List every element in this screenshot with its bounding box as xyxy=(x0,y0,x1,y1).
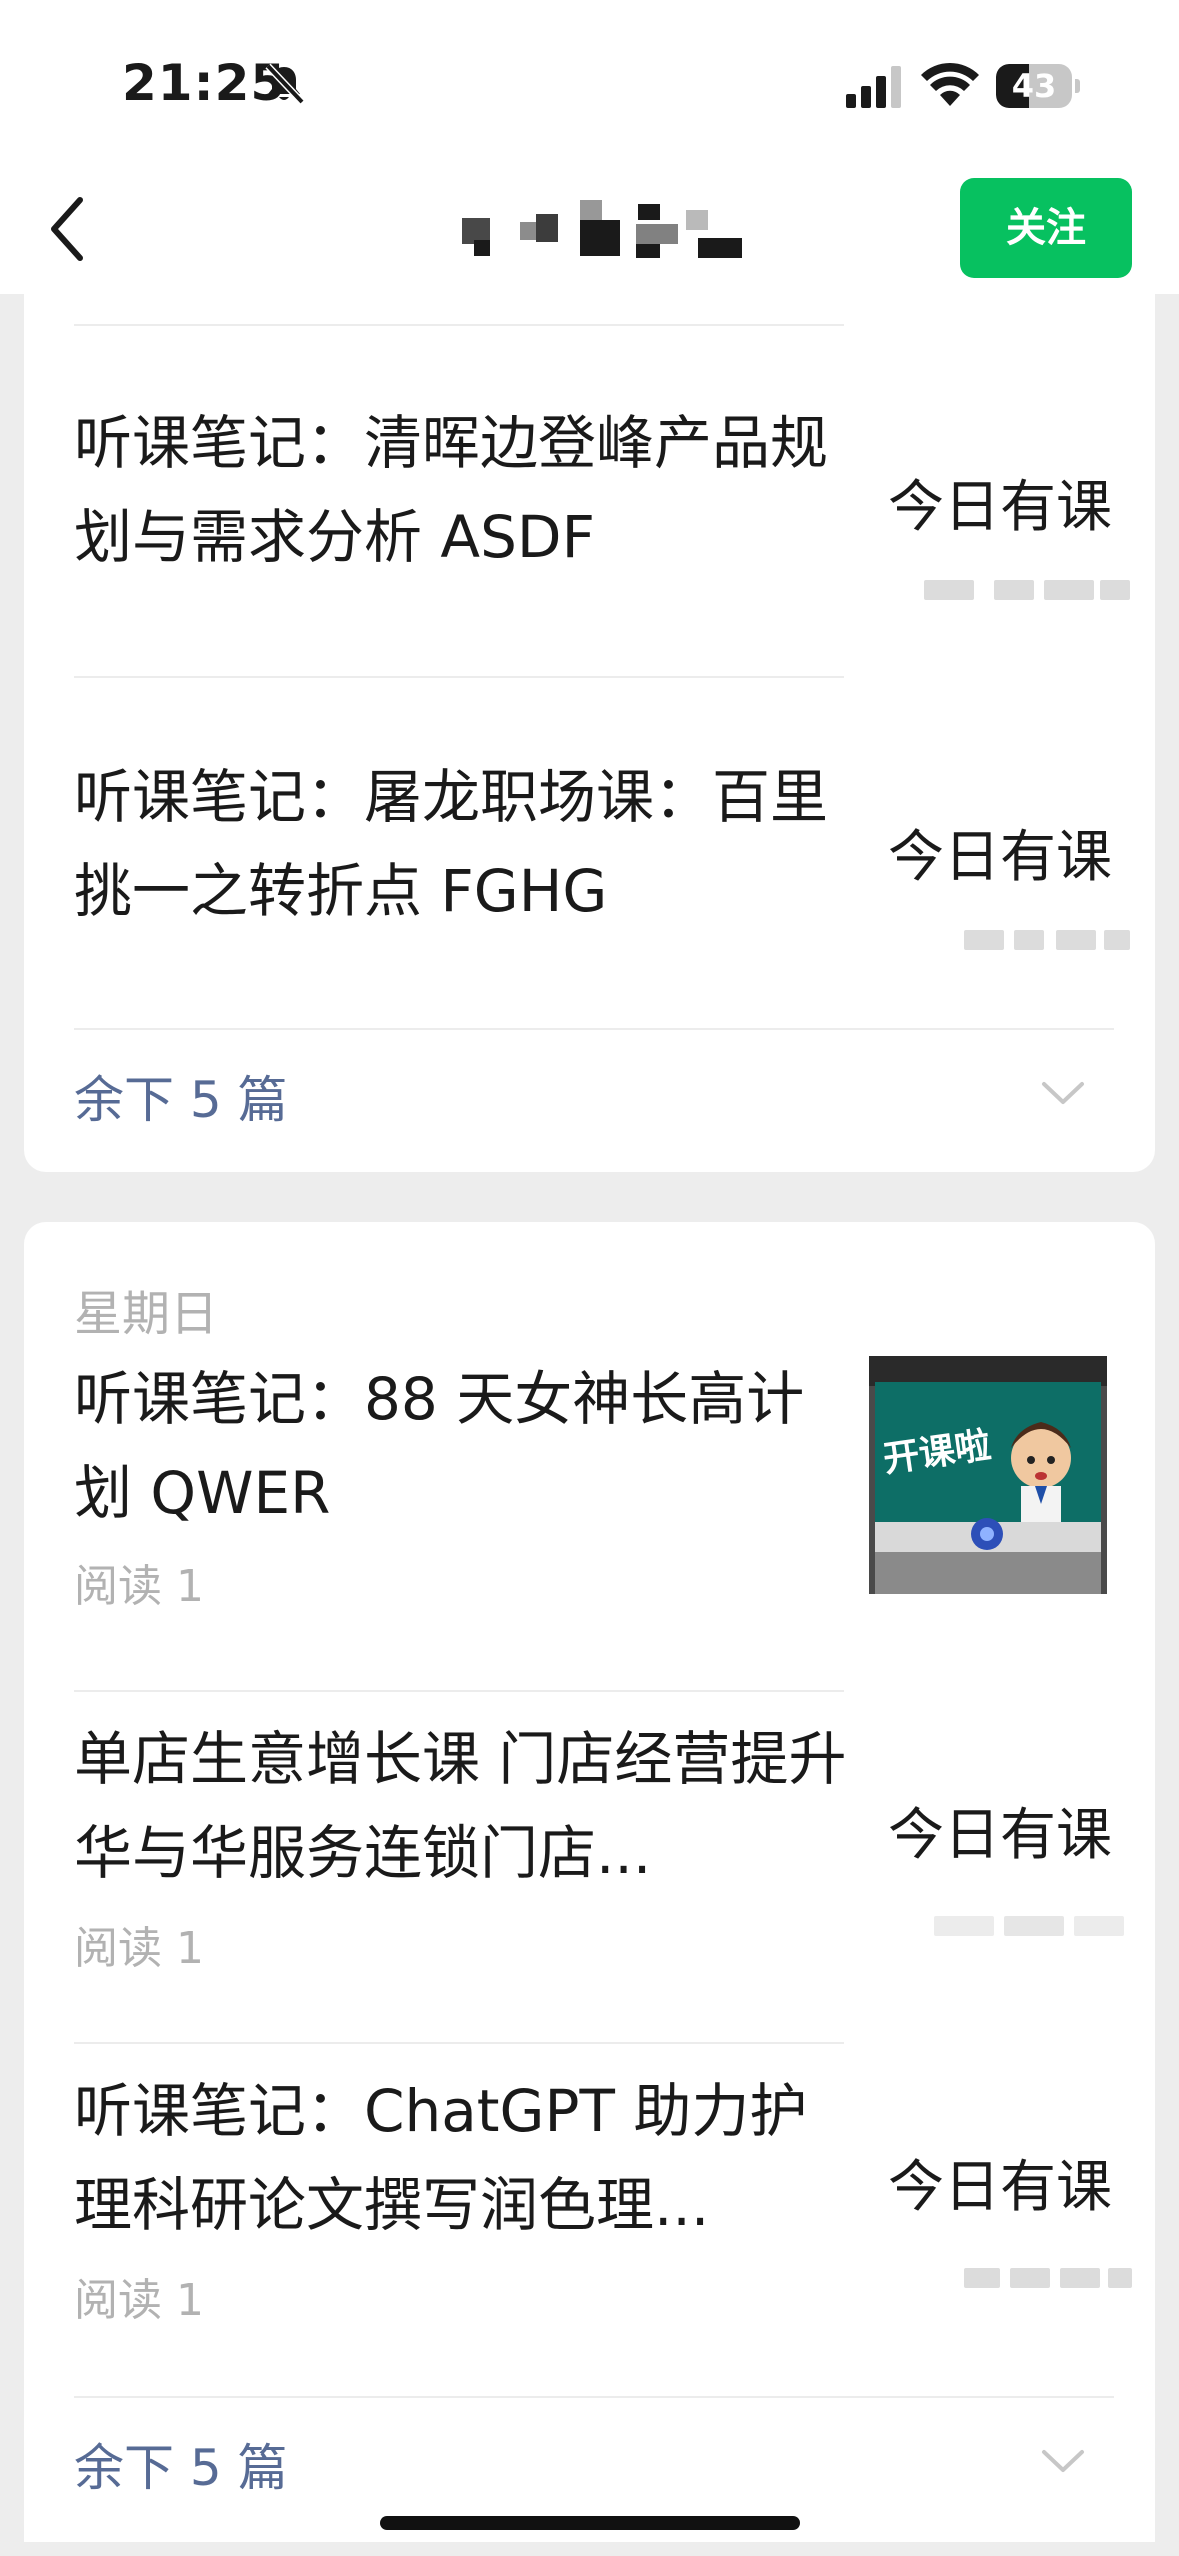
article-title: 听课笔记：屠龙职场课：百里挑一之转折点 FGHG xyxy=(74,763,829,925)
thumbnail-text: 今日有课 xyxy=(888,2155,1112,2220)
expand-more-row[interactable]: 余下 5 篇 xyxy=(24,1030,1155,1150)
article-item[interactable]: 听课笔记：屠龙职场课：百里挑一之转折点 FGHG 今日有课 xyxy=(24,704,1155,994)
battery-icon: 43 xyxy=(996,64,1080,108)
article-group-card: 星期日 听课笔记：88 天女神长高计划 QWER 阅读 1 开课啦 单店生意增长… xyxy=(24,1222,1155,2542)
status-bar: 21:25 43 xyxy=(0,0,1179,160)
app-screen: 21:25 43 关注 听课笔记：清晖边登峰产品规划与需求分析 ASDF 今日有… xyxy=(0,0,1179,2556)
thumbnail-text: 今日有课 xyxy=(888,825,1112,890)
article-item[interactable]: 听课笔记：ChatGPT 助力护理科研论文撰写润色理... 阅读 1 今日有课 xyxy=(24,2064,1155,2394)
battery-level: 43 xyxy=(1011,67,1057,105)
article-item[interactable]: 听课笔记：清晖边登峰产品规划与需求分析 ASDF 今日有课 xyxy=(24,354,1155,644)
article-thumbnail: 今日有课 xyxy=(864,2072,1134,2312)
article-title: 听课笔记：88 天女神长高计划 QWER xyxy=(74,1365,805,1527)
expand-more-row[interactable]: 余下 5 篇 xyxy=(24,2398,1155,2518)
mute-bell-icon xyxy=(265,63,305,105)
back-arrow-icon[interactable] xyxy=(46,194,90,264)
article-title: 单店生意增长课 门店经营提升华与华服务连锁门店... xyxy=(74,1725,847,1887)
read-count: 阅读 1 xyxy=(74,2275,204,2326)
article-title: 听课笔记：清晖边登峰产品规划与需求分析 ASDF xyxy=(74,409,829,571)
chevron-down-icon xyxy=(1042,1082,1084,1104)
thumbnail-text: 今日有课 xyxy=(888,1803,1112,1868)
follow-button[interactable]: 关注 xyxy=(960,178,1132,278)
wifi-icon xyxy=(921,62,979,106)
thumbnail-text: 今日有课 xyxy=(888,475,1112,540)
read-count: 阅读 1 xyxy=(74,1561,204,1612)
more-articles-label: 余下 5 篇 xyxy=(74,1071,288,1129)
more-articles-label: 余下 5 篇 xyxy=(74,2439,288,2497)
article-thumbnail: 今日有课 xyxy=(864,392,1134,632)
article-thumbnail: 今日有课 xyxy=(864,1720,1134,1960)
read-count: 阅读 1 xyxy=(74,1923,204,1974)
article-item[interactable]: 听课笔记：88 天女神长高计划 QWER 阅读 1 开课啦 xyxy=(24,1332,1155,1682)
chevron-down-icon xyxy=(1042,2450,1084,2472)
article-thumbnail: 今日有课 xyxy=(864,742,1134,982)
nav-bar: 关注 xyxy=(0,160,1179,294)
home-indicator[interactable] xyxy=(380,2516,800,2530)
article-item[interactable]: 单店生意增长课 门店经营提升华与华服务连锁门店... 阅读 1 今日有课 xyxy=(24,1712,1155,2042)
article-group-card: 听课笔记：清晖边登峰产品规划与需求分析 ASDF 今日有课 听课笔记：屠龙职场课… xyxy=(24,294,1155,1172)
article-title: 听课笔记：ChatGPT 助力护理科研论文撰写润色理... xyxy=(74,2077,808,2239)
cellular-signal-icon xyxy=(846,66,901,108)
account-name-pixelated xyxy=(460,200,742,260)
article-thumbnail: 开课啦 xyxy=(869,1356,1107,1594)
